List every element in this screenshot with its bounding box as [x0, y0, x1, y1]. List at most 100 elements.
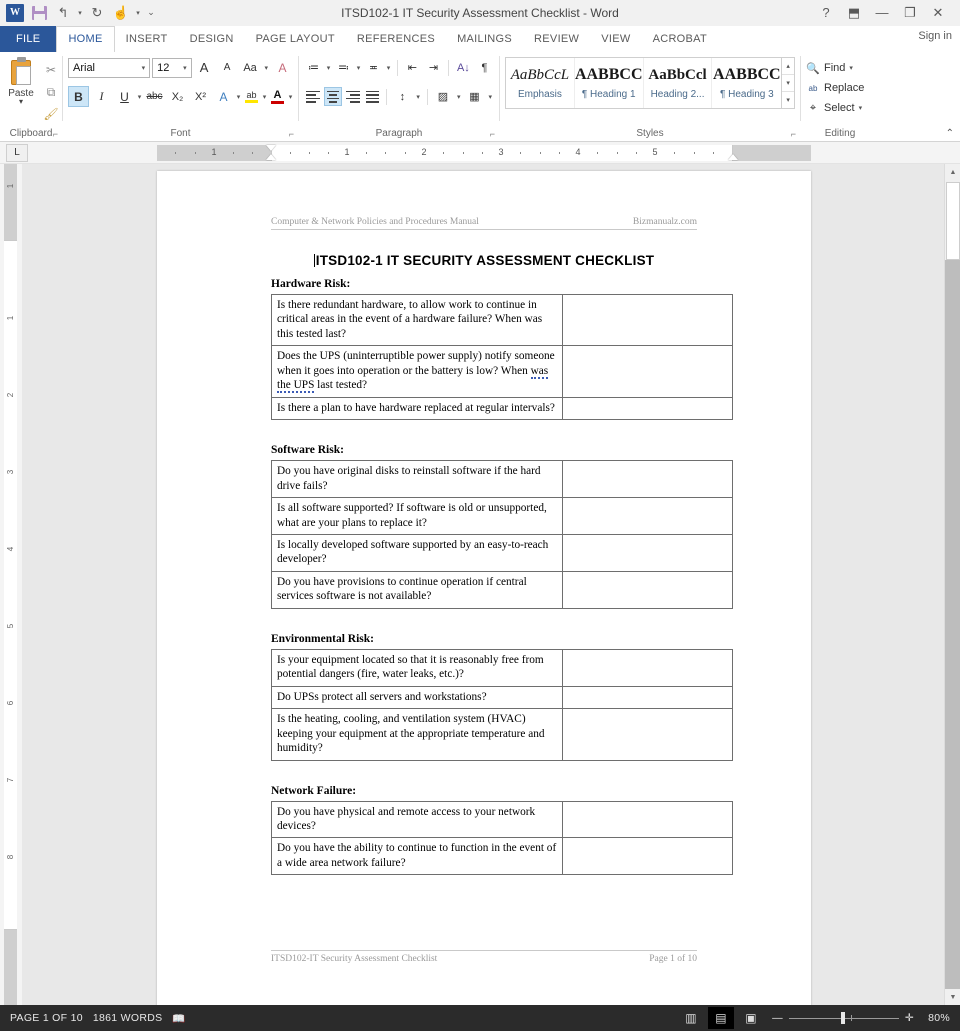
chevron-down-icon[interactable]: ▾	[325, 64, 332, 72]
shrink-font-icon[interactable]: A	[217, 57, 238, 78]
question-cell[interactable]: Is there redundant hardware, to allow wo…	[270, 293, 564, 347]
web-layout-view-button[interactable]: ▣	[738, 1007, 764, 1029]
tab-home[interactable]: HOME	[56, 26, 115, 52]
style-item-heading-1[interactable]: AABBCC ¶ Heading 1	[575, 58, 644, 108]
section-heading-software-risk[interactable]: Software Risk:	[271, 444, 811, 456]
chevron-down-icon[interactable]: ▾	[355, 64, 362, 72]
question-cell[interactable]: Do you have the ability to continue to f…	[270, 837, 564, 876]
tab-references[interactable]: REFERENCES	[346, 26, 446, 52]
copy-icon[interactable]: ⧉	[41, 82, 61, 102]
question-cell[interactable]: Do you have provisions to continue opera…	[270, 570, 564, 609]
align-left-button[interactable]	[304, 87, 322, 106]
table-row[interactable]: Is there a plan to have hardware replace…	[270, 396, 733, 421]
scroll-down-button[interactable]: ▼	[945, 989, 960, 1005]
hanging-indent-marker[interactable]	[266, 154, 276, 160]
style-item-heading-2[interactable]: AaBbCcl Heading 2...	[644, 58, 713, 108]
font-color-button[interactable]: A	[269, 86, 286, 107]
align-center-button[interactable]	[323, 87, 342, 106]
chevron-down-icon[interactable]: ▾	[415, 93, 422, 101]
question-cell[interactable]: Is all software supported? If software i…	[270, 497, 564, 535]
bold-button[interactable]: B	[68, 86, 89, 107]
answer-cell[interactable]	[562, 460, 733, 499]
print-layout-view-button[interactable]: ▤	[708, 1007, 735, 1029]
tab-stop-selector[interactable]: L	[6, 143, 28, 162]
question-cell[interactable]: Is locally developed software supported …	[270, 533, 564, 572]
chevron-down-icon[interactable]: ▾	[455, 93, 462, 101]
tab-view[interactable]: VIEW	[590, 26, 641, 52]
zoom-in-button[interactable]: ✛	[905, 1012, 914, 1024]
numbering-icon[interactable]: ≕	[334, 58, 353, 77]
scrollbar-track[interactable]	[945, 260, 960, 989]
show-formatting-marks-icon[interactable]: ¶	[475, 58, 494, 77]
table-row[interactable]: Does the UPS (uninterruptible power supp…	[270, 345, 733, 398]
document-footer[interactable]: ITSD102-IT Security Assessment Checklist…	[271, 950, 697, 964]
question-cell[interactable]: Is your equipment located so that it is …	[270, 648, 564, 687]
document-page[interactable]: Computer & Network Policies and Procedur…	[157, 171, 811, 1005]
tab-design[interactable]: DESIGN	[179, 26, 245, 52]
borders-icon[interactable]: ▦	[464, 87, 484, 106]
sort-icon[interactable]: A↓	[454, 58, 473, 77]
ribbon-display-options-button[interactable]: ⬒	[840, 1, 868, 25]
chevron-down-icon[interactable]: ▾	[263, 64, 270, 72]
touch-dropdown-icon[interactable]: ▾	[134, 2, 142, 24]
table-row[interactable]: Do you have provisions to continue opera…	[270, 570, 733, 609]
chevron-down-icon[interactable]: ▾	[849, 64, 853, 72]
minimize-button[interactable]: —	[868, 1, 896, 25]
scroll-up-button[interactable]: ▲	[945, 164, 960, 180]
align-right-button[interactable]	[344, 87, 362, 106]
underline-button[interactable]: U	[114, 86, 135, 107]
page-indicator[interactable]: PAGE 1 OF 10	[0, 1012, 93, 1024]
find-button[interactable]: 🔍 Find ▾	[806, 58, 874, 78]
justify-button[interactable]	[364, 87, 382, 106]
tab-acrobat[interactable]: ACROBAT	[642, 26, 718, 52]
cut-icon[interactable]: ✂	[41, 60, 61, 80]
table-row[interactable]: Is there redundant hardware, to allow wo…	[270, 293, 733, 347]
chevron-down-icon[interactable]: ▾	[236, 93, 241, 101]
answer-cell[interactable]	[562, 800, 733, 839]
tab-insert[interactable]: INSERT	[115, 26, 179, 52]
question-cell[interactable]: Do UPSs protect all servers and workstat…	[270, 685, 564, 710]
table-row[interactable]: Is all software supported? If software i…	[270, 497, 733, 535]
vertical-scrollbar[interactable]: ▲ ▼	[944, 164, 960, 1005]
table-row[interactable]: Do you have physical and remote access t…	[270, 800, 733, 839]
undo-dropdown-icon[interactable]: ▾	[76, 2, 84, 24]
styles-scroll-up-button[interactable]: ▴	[782, 58, 795, 75]
restore-button[interactable]: ❐	[896, 1, 924, 25]
document-title-heading[interactable]: ITSD102-1 IT SECURITY ASSESSMENT CHECKLI…	[157, 253, 811, 268]
tab-page-layout[interactable]: PAGE LAYOUT	[245, 26, 346, 52]
table-row[interactable]: Is locally developed software supported …	[270, 533, 733, 572]
format-painter-icon[interactable]: 🖌	[41, 104, 61, 124]
word-count-indicator[interactable]: 1861 WORDS	[93, 1012, 173, 1024]
question-cell[interactable]: Is there a plan to have hardware replace…	[270, 396, 564, 421]
change-case-icon[interactable]: Aa	[240, 57, 261, 78]
chevron-down-icon[interactable]: ▾	[137, 93, 142, 101]
scrollbar-thumb[interactable]	[946, 182, 960, 260]
close-button[interactable]: ✕	[924, 1, 952, 25]
document-header[interactable]: Computer & Network Policies and Procedur…	[271, 217, 697, 230]
question-cell[interactable]: Does the UPS (uninterruptible power supp…	[270, 345, 564, 398]
read-mode-view-button[interactable]: ▥	[678, 1007, 704, 1029]
answer-cell[interactable]	[562, 533, 733, 572]
customize-qat-icon[interactable]: ⌄	[144, 2, 158, 24]
table-row[interactable]: Is your equipment located so that it is …	[270, 648, 733, 687]
font-dialog-launcher[interactable]: ⌐	[289, 129, 294, 139]
styles-dialog-launcher[interactable]: ⌐	[791, 129, 796, 139]
undo-icon[interactable]: ↰	[52, 2, 74, 24]
answer-cell[interactable]	[562, 497, 733, 535]
right-indent-marker[interactable]	[728, 154, 738, 160]
tab-file[interactable]: FILE	[0, 26, 57, 52]
increase-indent-icon[interactable]: ⇥	[424, 58, 443, 77]
question-cell[interactable]: Do you have physical and remote access t…	[270, 800, 564, 839]
zoom-slider[interactable]	[788, 1012, 899, 1024]
answer-cell[interactable]	[562, 570, 733, 609]
subscript-button[interactable]: X₂	[167, 86, 188, 107]
style-item-emphasis[interactable]: AaBbCcL Emphasis	[506, 58, 575, 108]
styles-scroll-down-button[interactable]: ▾	[782, 75, 795, 92]
clear-formatting-icon[interactable]: A	[272, 57, 293, 78]
answer-cell[interactable]	[562, 837, 733, 876]
font-name-combobox[interactable]: Arial ▾	[68, 57, 151, 78]
chevron-down-icon[interactable]: ▾	[487, 93, 494, 101]
font-size-combobox[interactable]: 12 ▾	[152, 57, 192, 78]
clipboard-dialog-launcher[interactable]: ⌐	[53, 129, 58, 139]
chevron-down-icon[interactable]: ▾	[262, 93, 267, 101]
